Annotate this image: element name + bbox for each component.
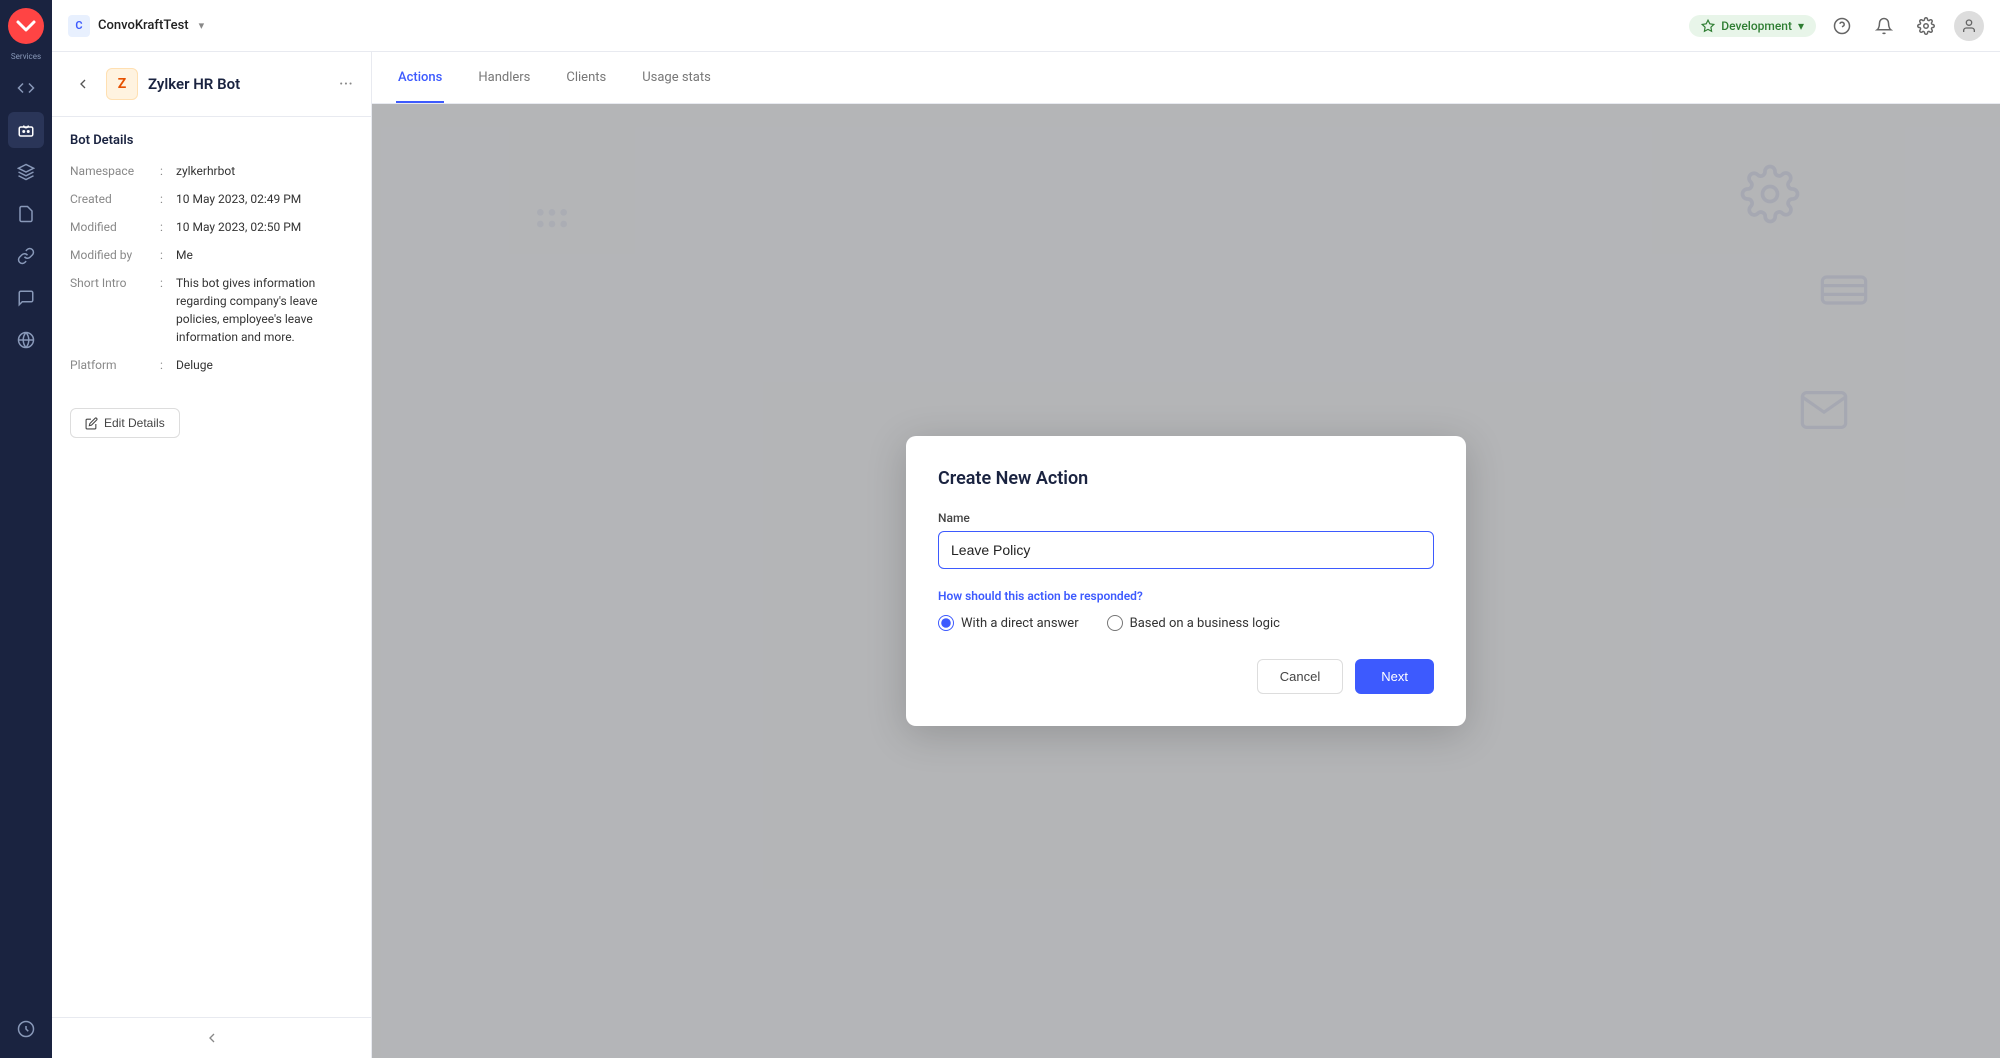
- bot-details-section: Bot Details Namespace : zylkerhrbot Crea…: [52, 117, 371, 400]
- radio-direct-answer[interactable]: With a direct answer: [938, 615, 1079, 631]
- main-content: Actions Handlers Clients Usage stats: [372, 52, 2000, 1058]
- top-bar: C ConvoKraftTest ▾ Development ▾: [52, 0, 2000, 52]
- modal-footer: Cancel Next: [938, 659, 1434, 694]
- create-action-modal: Create New Action Name How should this a…: [906, 436, 1466, 726]
- detail-value-platform: Deluge: [176, 356, 353, 374]
- sidebar-header: Z Zylker HR Bot ···: [52, 52, 371, 117]
- main-area: C ConvoKraftTest ▾ Development ▾: [52, 0, 2000, 1058]
- detail-label-namespace: Namespace: [70, 162, 160, 180]
- tabs-bar: Actions Handlers Clients Usage stats: [372, 52, 2000, 104]
- detail-value-modified: 10 May 2023, 02:50 PM: [176, 218, 353, 236]
- detail-value-created: 10 May 2023, 02:49 PM: [176, 190, 353, 208]
- detail-short-intro: Short Intro : This bot gives information…: [70, 274, 353, 346]
- detail-label-short-intro: Short Intro: [70, 274, 160, 346]
- nav-icon-assistant[interactable]: [8, 1011, 44, 1047]
- radio-direct-input[interactable]: [938, 615, 954, 631]
- edit-details-button[interactable]: Edit Details: [70, 408, 180, 438]
- detail-label-created: Created: [70, 190, 160, 208]
- cancel-button[interactable]: Cancel: [1257, 659, 1343, 694]
- bot-details-title: Bot Details: [70, 133, 353, 148]
- user-avatar[interactable]: [1954, 11, 1984, 41]
- detail-value-namespace: zylkerhrbot: [176, 162, 353, 180]
- tab-clients[interactable]: Clients: [564, 54, 608, 103]
- detail-created: Created : 10 May 2023, 02:49 PM: [70, 190, 353, 208]
- top-bar-right: [1828, 11, 1984, 41]
- nav-icon-layers[interactable]: [8, 154, 44, 190]
- modal-overlay: Create New Action Name How should this a…: [372, 104, 2000, 1058]
- page-body: An Action is an ability or a task that t…: [372, 104, 2000, 1058]
- nav-icon-globe[interactable]: [8, 322, 44, 358]
- radio-business-label: Based on a business logic: [1130, 616, 1280, 631]
- detail-label-platform: Platform: [70, 356, 160, 374]
- workspace-dropdown-icon[interactable]: ▾: [199, 19, 205, 32]
- detail-label-modified: Modified: [70, 218, 160, 236]
- detail-modified-by: Modified by : Me: [70, 246, 353, 264]
- environment-dropdown-icon[interactable]: ▾: [1798, 19, 1804, 33]
- environment-name: Development: [1721, 19, 1792, 33]
- detail-colon-modified-by: :: [160, 246, 176, 264]
- sidebar: Z Zylker HR Bot ··· Bot Details Namespac…: [52, 52, 372, 1058]
- detail-colon-modified: :: [160, 218, 176, 236]
- app-logo[interactable]: [8, 8, 44, 44]
- name-input[interactable]: [938, 531, 1434, 569]
- detail-value-short-intro: This bot gives information regarding com…: [176, 274, 353, 346]
- radio-business-input[interactable]: [1107, 615, 1123, 631]
- nav-icon-link[interactable]: [8, 238, 44, 274]
- name-label: Name: [938, 511, 1434, 525]
- radio-group: With a direct answer Based on a business…: [938, 615, 1434, 631]
- environment-badge[interactable]: Development ▾: [1689, 15, 1816, 37]
- response-question: How should this action be responded?: [938, 589, 1434, 603]
- radio-business-logic[interactable]: Based on a business logic: [1107, 615, 1280, 631]
- tab-usage-stats[interactable]: Usage stats: [640, 54, 713, 103]
- bot-avatar: Z: [106, 68, 138, 100]
- more-options-icon[interactable]: ···: [339, 74, 353, 95]
- workspace-name: ConvoKraftTest: [98, 18, 189, 33]
- tab-actions[interactable]: Actions: [396, 54, 444, 103]
- back-button[interactable]: [70, 71, 96, 97]
- nav-icon-puzzle[interactable]: [8, 196, 44, 232]
- edit-details-label: Edit Details: [104, 416, 165, 430]
- detail-colon-created: :: [160, 190, 176, 208]
- response-form-group: How should this action be responded? Wit…: [938, 589, 1434, 631]
- content-area: Z Zylker HR Bot ··· Bot Details Namespac…: [52, 52, 2000, 1058]
- detail-colon-platform: :: [160, 356, 176, 374]
- detail-value-modified-by: Me: [176, 246, 353, 264]
- name-form-group: Name: [938, 511, 1434, 569]
- modal-title: Create New Action: [938, 468, 1434, 489]
- nav-icon-chat[interactable]: [8, 280, 44, 316]
- detail-namespace: Namespace : zylkerhrbot: [70, 162, 353, 180]
- bot-name: Zylker HR Bot: [148, 75, 240, 93]
- help-icon[interactable]: [1828, 12, 1856, 40]
- detail-modified: Modified : 10 May 2023, 02:50 PM: [70, 218, 353, 236]
- nav-bar: Services: [0, 0, 52, 1058]
- detail-label-modified-by: Modified by: [70, 246, 160, 264]
- settings-icon[interactable]: [1912, 12, 1940, 40]
- nav-icon-code[interactable]: [8, 70, 44, 106]
- next-button[interactable]: Next: [1355, 659, 1434, 694]
- radio-direct-label: With a direct answer: [961, 616, 1079, 631]
- detail-colon-namespace: :: [160, 162, 176, 180]
- top-bar-left: C ConvoKraftTest ▾: [68, 15, 1677, 37]
- bell-icon[interactable]: [1870, 12, 1898, 40]
- sidebar-collapse-button[interactable]: [52, 1017, 371, 1058]
- tab-handlers[interactable]: Handlers: [476, 54, 532, 103]
- detail-platform: Platform : Deluge: [70, 356, 353, 374]
- detail-colon-short-intro: :: [160, 274, 176, 346]
- services-label: Services: [11, 52, 41, 61]
- workspace-badge: C: [68, 15, 90, 37]
- nav-icon-bot[interactable]: [8, 112, 44, 148]
